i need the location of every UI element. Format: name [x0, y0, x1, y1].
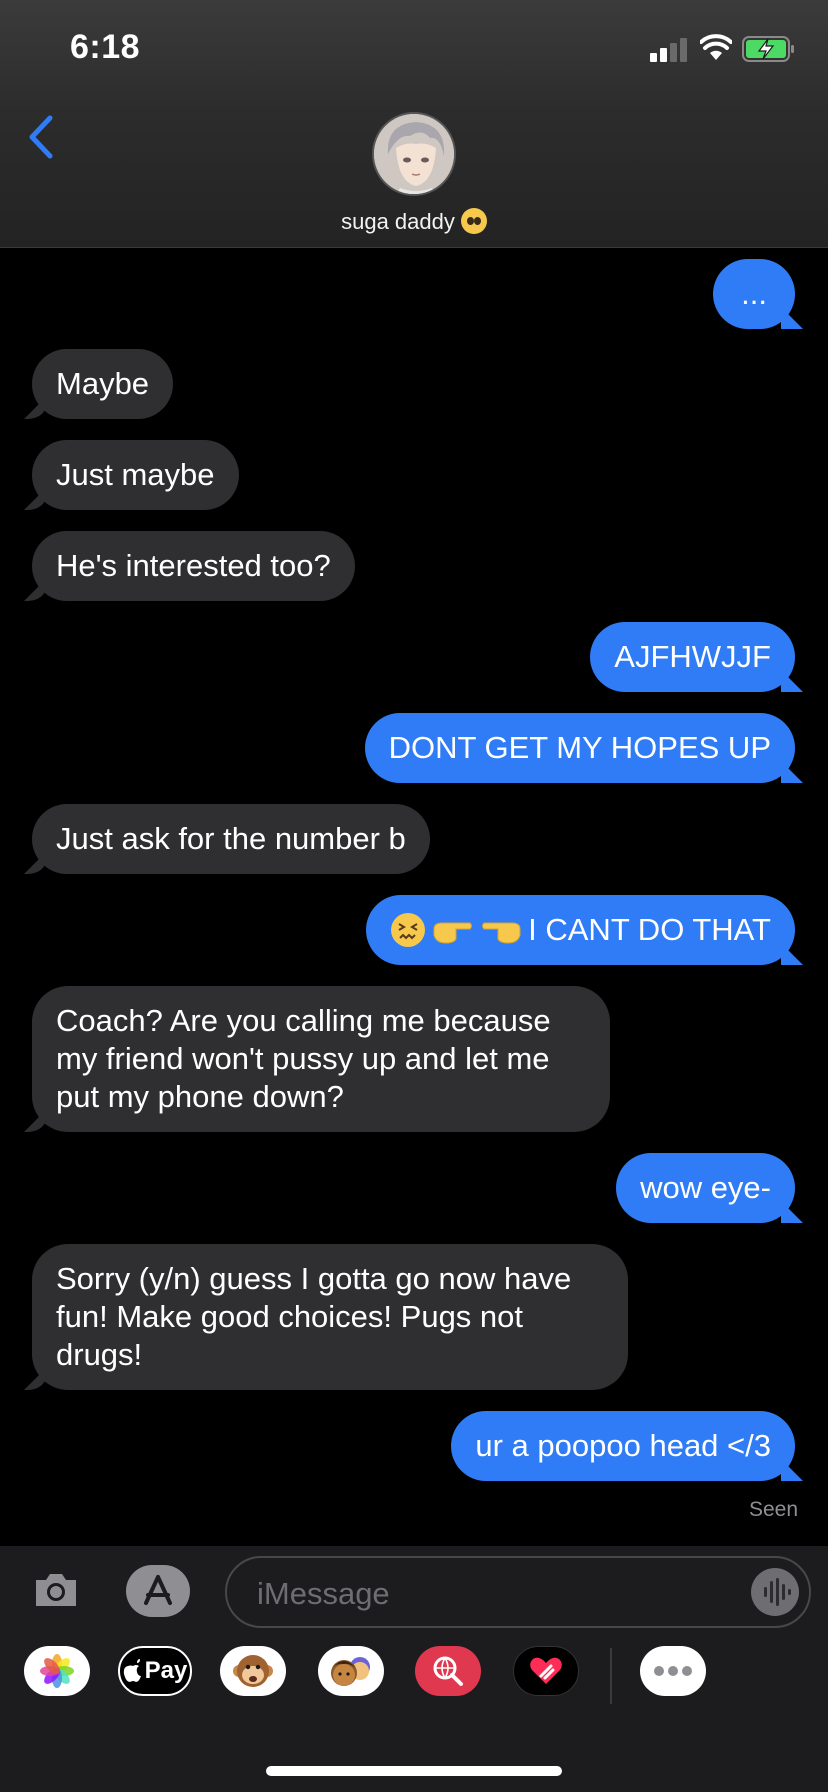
message-text: Just ask for the number b — [56, 821, 406, 856]
animoji-app-button[interactable] — [220, 1646, 286, 1696]
message-text: He's interested too? — [56, 548, 331, 583]
camera-icon[interactable] — [32, 1570, 80, 1610]
conversation-header: 6:18 suga daddy — [0, 0, 828, 248]
app-drawer-divider — [610, 1648, 612, 1704]
message-input-placeholder: iMessage — [257, 1576, 390, 1611]
message-bubble-outgoing[interactable]: I CANT DO THAT — [366, 895, 795, 965]
message-text: AJFHWJJF — [614, 639, 771, 674]
app-store-button[interactable] — [126, 1565, 190, 1617]
web-search-icon — [433, 1656, 463, 1686]
message-text: Maybe — [56, 366, 150, 401]
contact-name[interactable]: suga daddy — [0, 208, 828, 235]
pointing-right-hand-icon — [433, 922, 473, 944]
apple-pay-icon — [123, 1659, 141, 1682]
cellular-signal-icon — [650, 36, 690, 62]
message-bubble-incoming[interactable]: Just maybe — [32, 440, 239, 510]
message-bubble-outgoing[interactable]: ... — [713, 259, 795, 329]
back-chevron-icon[interactable] — [26, 114, 54, 160]
contact-name-text: suga daddy — [341, 209, 455, 234]
message-input[interactable]: iMessage — [225, 1556, 811, 1628]
digital-touch-app-button[interactable] — [513, 1646, 579, 1696]
status-time: 6:18 — [70, 28, 141, 66]
read-receipt: Seen — [748, 1498, 798, 1521]
message-text: ... — [741, 276, 767, 311]
confounded-face-emoji-icon — [391, 913, 426, 947]
anime-avatar-image — [374, 114, 454, 194]
home-indicator[interactable] — [266, 1766, 562, 1776]
message-text: I CANT DO THAT — [528, 912, 771, 947]
wifi-icon — [700, 34, 732, 60]
message-bubble-incoming[interactable]: Coach? Are you calling me because my fri… — [32, 986, 610, 1132]
audio-message-button[interactable] — [751, 1568, 799, 1616]
audio-waveform-icon — [764, 1578, 791, 1606]
pleading-face-emoji-icon — [460, 208, 487, 234]
message-bubble-outgoing[interactable]: ur a poopoo head </3 — [451, 1411, 795, 1481]
message-bubble-incoming[interactable]: Just ask for the number b — [32, 804, 430, 874]
apple-pay-label: Pay — [144, 1657, 188, 1684]
message-bubble-incoming[interactable]: Maybe — [32, 349, 174, 419]
message-bubble-outgoing[interactable]: DONT GET MY HOPES UP — [364, 713, 795, 783]
message-text: Just maybe — [56, 457, 215, 492]
apple-pay-button[interactable]: Pay — [118, 1646, 192, 1696]
battery-charging-icon — [742, 36, 794, 62]
message-text: DONT GET MY HOPES UP — [388, 730, 771, 765]
app-store-icon — [144, 1575, 172, 1605]
monkey-animoji-icon — [233, 1655, 273, 1687]
pointing-left-hand-icon — [482, 922, 521, 944]
photos-app-button[interactable] — [24, 1646, 90, 1696]
message-bubble-incoming[interactable]: He's interested too? — [32, 531, 355, 601]
web-search-app-button[interactable] — [415, 1646, 481, 1696]
contact-avatar[interactable] — [372, 112, 456, 196]
message-text: ur a poopoo head </3 — [475, 1428, 771, 1463]
memoji-icon — [331, 1657, 370, 1686]
message-text: Coach? Are you calling me because my fri… — [56, 1003, 551, 1114]
message-bubble-outgoing[interactable]: wow eye- — [616, 1153, 795, 1223]
message-text: Sorry (y/n) guess I gotta go now have fu… — [56, 1261, 572, 1372]
more-icon — [654, 1666, 692, 1676]
memoji-app-button[interactable] — [318, 1646, 384, 1696]
message-text: wow eye- — [640, 1170, 771, 1205]
more-apps-button[interactable] — [640, 1646, 706, 1696]
message-bubble-outgoing[interactable]: AJFHWJJF — [590, 622, 795, 692]
digital-touch-icon — [530, 1657, 562, 1684]
message-bubble-incoming[interactable]: Sorry (y/n) guess I gotta go now have fu… — [32, 1244, 628, 1390]
messages-screen: 6:18 suga daddy ... Maybe Just maybe He'… — [0, 0, 828, 1792]
photos-icon — [40, 1654, 74, 1688]
